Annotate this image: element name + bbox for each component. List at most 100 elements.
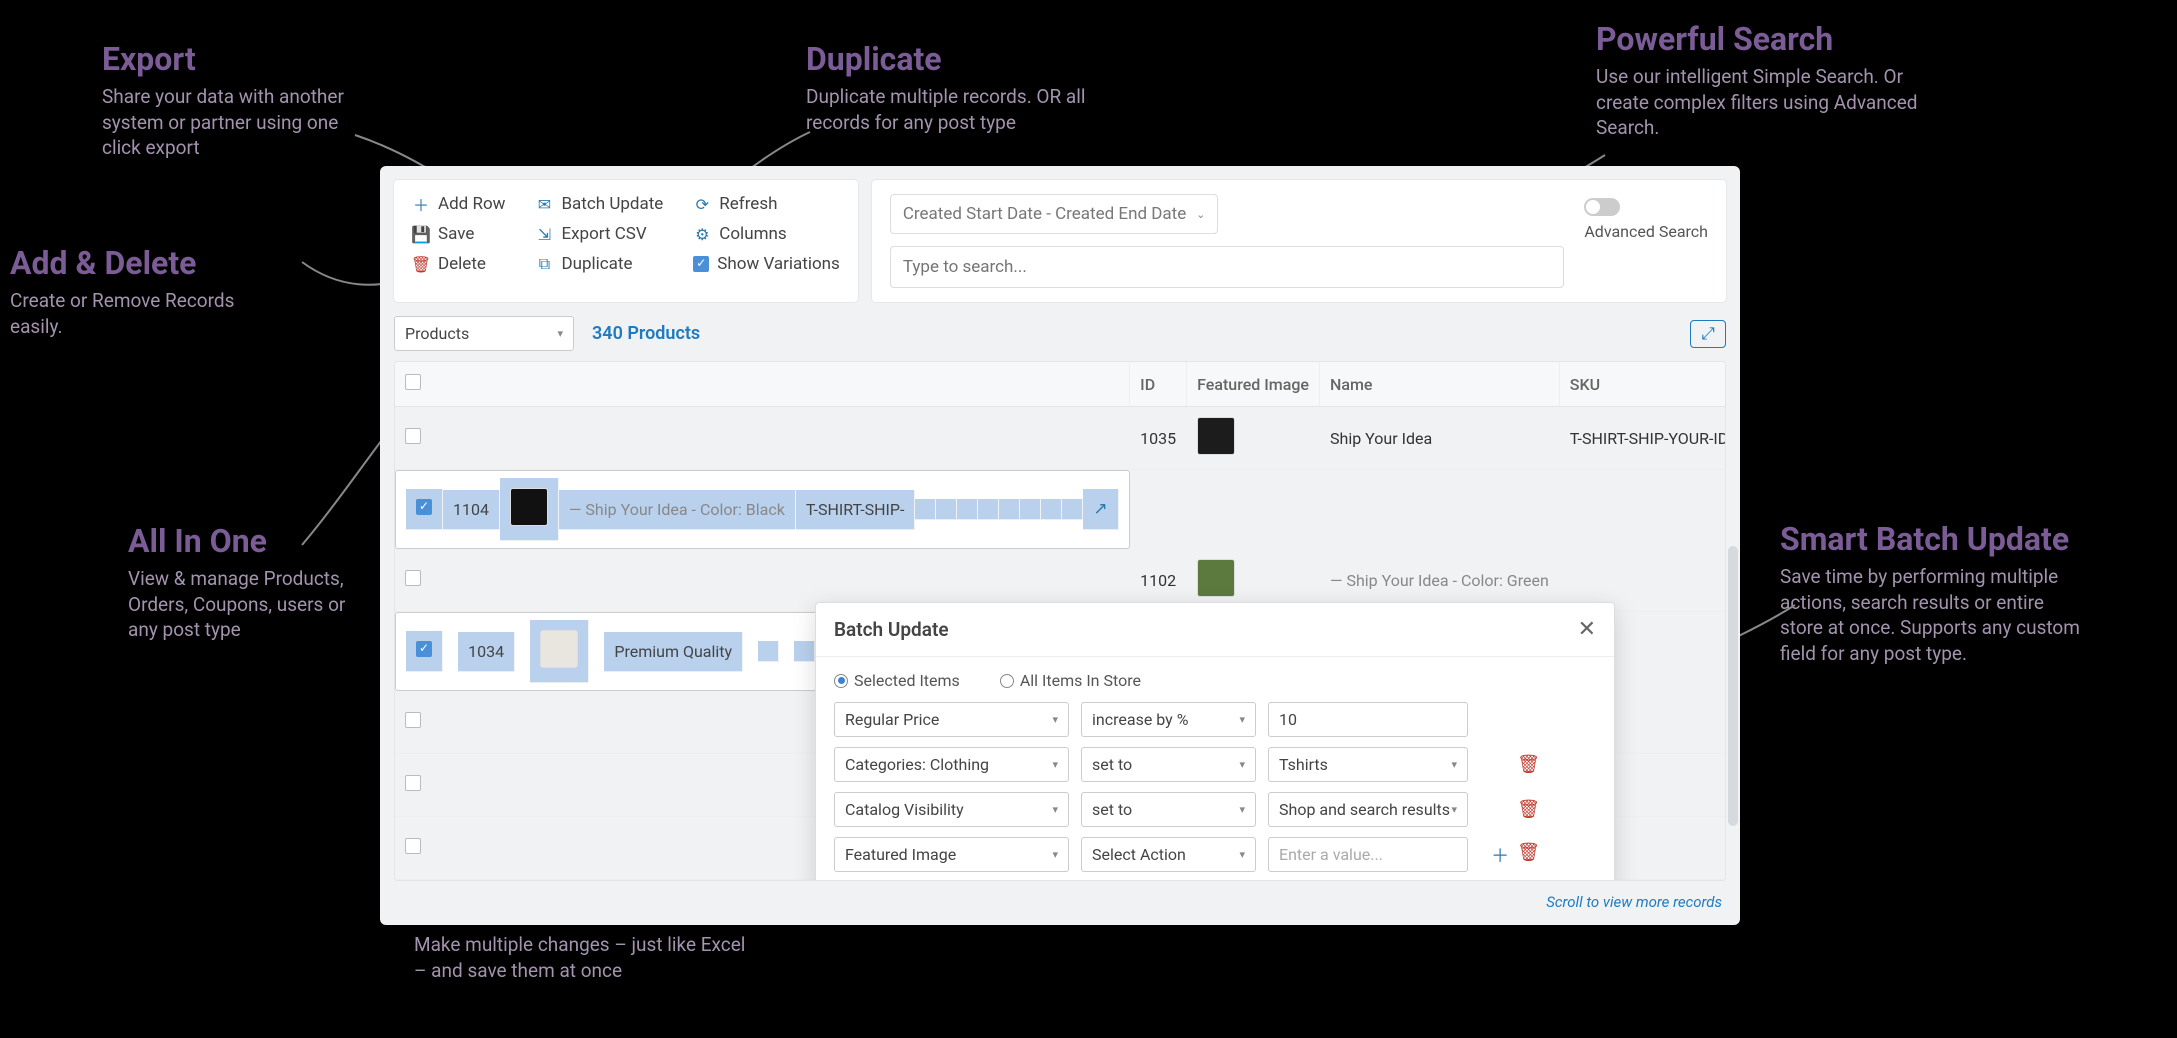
row-checkbox[interactable] bbox=[405, 775, 421, 791]
batch-label: Batch Update bbox=[561, 194, 663, 214]
col-header[interactable]: Featured Image bbox=[1187, 362, 1320, 407]
value-select[interactable]: Shop and search results▾ bbox=[1268, 792, 1468, 827]
ann-dup-body: Duplicate multiple records. OR all recor… bbox=[806, 84, 1126, 135]
row-checkbox[interactable] bbox=[405, 428, 421, 444]
cell-regprice[interactable] bbox=[794, 641, 815, 662]
save-button[interactable]: 💾 Save bbox=[412, 224, 505, 244]
cell-category[interactable] bbox=[999, 499, 1020, 520]
variations-label: Show Variations bbox=[717, 254, 840, 274]
app-window: ＋ Add Row 💾 Save 🗑Delete ✉Batch Update ⇲ Ex… bbox=[380, 166, 1740, 925]
search-input[interactable] bbox=[890, 246, 1565, 288]
refresh-label: Refresh bbox=[719, 194, 777, 214]
value-select[interactable]: Tshirts▾ bbox=[1268, 747, 1468, 782]
cell-regprice[interactable] bbox=[915, 499, 936, 520]
select-all-checkbox[interactable] bbox=[405, 374, 421, 390]
value-input[interactable]: 10 bbox=[1268, 702, 1468, 737]
table-row[interactable]: 1035 Ship Your IdeaT-SHIRT-SHIP-YOUR-IDEA… bbox=[395, 407, 1726, 470]
action-select[interactable]: increase by %▾ bbox=[1081, 702, 1256, 737]
action-select[interactable]: set to▾ bbox=[1081, 747, 1256, 782]
modal-title: Batch Update bbox=[834, 618, 949, 641]
col-header[interactable]: SKU bbox=[1559, 362, 1726, 407]
thumbnail[interactable] bbox=[540, 630, 578, 668]
radio-all-label: All Items In Store bbox=[1020, 671, 1141, 690]
ann-search-body: Use our intelligent Simple Search. Or cr… bbox=[1596, 64, 1936, 141]
export-csv-button[interactable]: ⇲ Export CSV bbox=[535, 224, 663, 244]
ann-batch-body: Save time by performing multiple actions… bbox=[1780, 564, 2080, 667]
radio-selected-items[interactable]: Selected Items bbox=[834, 671, 960, 690]
ann-add-body: Create or Remove Records easily. bbox=[10, 288, 270, 339]
ann-export-body: Share your data with another system or p… bbox=[102, 84, 362, 161]
vertical-scrollbar[interactable] bbox=[1728, 546, 1738, 826]
delete-row-icon[interactable]: 🗑 bbox=[1517, 842, 1540, 868]
cell-id[interactable]: 1035 bbox=[1130, 407, 1187, 470]
add-row-button[interactable]: ＋ Add Row bbox=[412, 194, 505, 214]
duplicate-label: Duplicate bbox=[561, 254, 632, 274]
field-select[interactable]: Catalog Visibility▾ bbox=[834, 792, 1069, 827]
ann-export-title: Export bbox=[102, 40, 362, 78]
row-checkbox[interactable] bbox=[405, 712, 421, 728]
ann-aio-body: View & manage Products, Orders, Coupons,… bbox=[128, 566, 348, 643]
col-header[interactable]: Name bbox=[1320, 362, 1560, 407]
thumbnail[interactable] bbox=[1197, 417, 1235, 455]
action-select[interactable]: Select Action▾ bbox=[1081, 837, 1256, 872]
date-range-select[interactable]: Created Start Date - Created End Date⌄ bbox=[890, 194, 1219, 234]
cell-stockstatus[interactable] bbox=[1062, 499, 1083, 520]
refresh-button[interactable]: ⟳Refresh bbox=[693, 194, 840, 214]
save-label: Save bbox=[438, 224, 474, 244]
delete-button[interactable]: 🗑Delete bbox=[412, 254, 505, 274]
field-select[interactable]: Categories: Clothing▾ bbox=[834, 747, 1069, 782]
field-select[interactable]: Featured Image▾ bbox=[834, 837, 1069, 872]
radio-selected-label: Selected Items bbox=[854, 671, 960, 690]
row-checkbox[interactable] bbox=[405, 570, 421, 586]
value-input[interactable]: Enter a value... bbox=[1268, 837, 1468, 872]
post-type-select[interactable]: Products▾ bbox=[394, 316, 574, 351]
thumbnail[interactable] bbox=[1197, 559, 1235, 597]
export-icon: ⇲ bbox=[535, 225, 553, 243]
cell-name[interactable]: Ship Your Idea bbox=[1320, 407, 1560, 470]
copy-icon: ⧉ bbox=[535, 255, 553, 273]
cell-sku[interactable]: T-SHIRT-SHIP- bbox=[796, 490, 916, 530]
add-row-icon[interactable]: ＋ bbox=[1491, 842, 1509, 868]
close-button[interactable]: ✕ bbox=[1578, 617, 1596, 642]
chevron-down-icon: ⌄ bbox=[1196, 208, 1205, 221]
row-checkbox[interactable] bbox=[416, 499, 432, 515]
cell-name[interactable]: Premium Quality bbox=[604, 632, 743, 672]
cell-saleprice[interactable] bbox=[936, 499, 957, 520]
delete-row-icon[interactable]: 🗑 bbox=[1517, 799, 1540, 820]
col-header[interactable] bbox=[395, 362, 1130, 407]
cell-stock[interactable] bbox=[957, 499, 978, 520]
duplicate-button[interactable]: ⧉ Duplicate bbox=[535, 254, 663, 274]
advanced-search-toggle[interactable] bbox=[1584, 198, 1620, 216]
show-variations-toggle[interactable]: Show Variations bbox=[693, 254, 840, 274]
row-checkbox[interactable] bbox=[416, 641, 432, 657]
table-row[interactable]: 1104 — Ship Your Idea - Color: BlackT-SHI… bbox=[395, 470, 1130, 549]
cell-manage[interactable] bbox=[1041, 499, 1062, 520]
cell-id[interactable]: 1104 bbox=[443, 490, 500, 530]
cell-attr[interactable] bbox=[1020, 499, 1041, 520]
scroll-hint: Scroll to view more records bbox=[380, 889, 1740, 925]
thumbnail[interactable] bbox=[510, 488, 548, 526]
delete-row-icon[interactable]: 🗑 bbox=[1517, 754, 1540, 775]
cell-sku[interactable]: T-SHIRT-SHIP-YOUR-IDEA bbox=[1559, 407, 1726, 470]
batch-update-button[interactable]: ✉Batch Update bbox=[535, 194, 663, 214]
cell-name[interactable]: — Ship Your Idea - Color: Black bbox=[559, 490, 796, 530]
row-checkbox[interactable] bbox=[405, 838, 421, 854]
col-header[interactable]: ID bbox=[1130, 362, 1187, 407]
action-select[interactable]: set to▾ bbox=[1081, 792, 1256, 827]
columns-button[interactable]: ⚙Columns bbox=[693, 224, 840, 244]
condition-row: Categories: Clothing▾ set to▾ Tshirts▾ 🗑 bbox=[834, 747, 1596, 782]
radio-all-items[interactable]: All Items In Store bbox=[1000, 671, 1141, 690]
add-row-label: Add Row bbox=[438, 194, 505, 214]
checkbox-icon bbox=[693, 256, 709, 272]
plus-icon: ＋ bbox=[412, 195, 430, 213]
save-icon: 💾 bbox=[412, 225, 430, 243]
view-link[interactable]: ↗ bbox=[1083, 489, 1118, 530]
post-type-value: Products bbox=[405, 324, 469, 343]
fullscreen-button[interactable]: ⤢ bbox=[1690, 320, 1726, 348]
field-select[interactable]: Regular Price▾ bbox=[834, 702, 1069, 737]
export-label: Export CSV bbox=[561, 224, 646, 244]
columns-label: Columns bbox=[719, 224, 786, 244]
cell-sku[interactable] bbox=[758, 641, 779, 662]
cell-status[interactable] bbox=[978, 499, 999, 520]
cell-id[interactable]: 1034 bbox=[458, 632, 515, 672]
